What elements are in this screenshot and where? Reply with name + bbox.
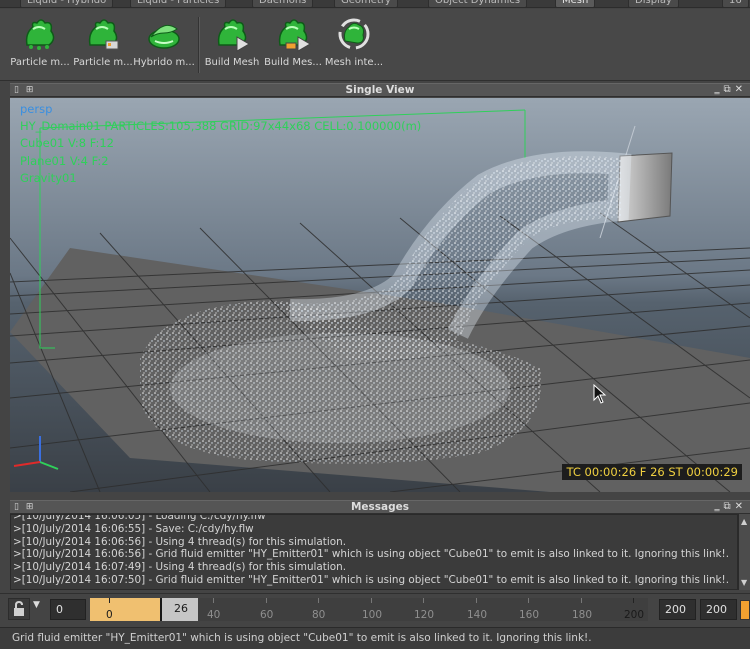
particle-mesher-2-button[interactable]: Particle m... <box>72 13 134 75</box>
gravity-info: Gravity01 <box>20 171 77 185</box>
tick-label: 40 <box>207 609 221 621</box>
tick-label: 140 <box>467 609 488 621</box>
chevron-down-icon[interactable]: ▼ <box>33 600 40 610</box>
playback-options-button[interactable] <box>740 600 750 620</box>
timecode-display: TC 00:00:26 F 26 ST 00:00:29 <box>562 464 742 480</box>
hybrido-mesher-icon <box>145 15 183 53</box>
shelf-label: Hybrido m... <box>133 57 195 68</box>
tab-mesh[interactable]: Mesh <box>555 0 596 7</box>
message-line: >[10/July/2014 16:06:56] - Grid fluid em… <box>13 548 730 561</box>
tab-16[interactable]: 16 <box>722 0 749 7</box>
app-window: Liquid - Hybrido Liquid - Particles Daem… <box>0 0 750 649</box>
maximize-icon: ⧉ <box>723 84 735 95</box>
message-line: >[10/July/2014 16:07:49] - Using 4 threa… <box>13 561 346 574</box>
tick-label: 80 <box>312 609 326 621</box>
message-line: >[10/July/2014 16:06:55] - Save: C:/cdy/… <box>13 522 254 535</box>
messages-log[interactable]: >[10/July/2014 16:06:05] - Loading C:/cd… <box>10 514 738 590</box>
panel-window-controls[interactable]: ‗⧉✕ <box>714 501 747 512</box>
timeline-bar: ▼ 0 26 0 40 60 80 100 120 140 160 180 20… <box>0 593 750 625</box>
particle-mesher-button[interactable]: Particle m... <box>9 13 71 75</box>
mesh-interpolation-icon <box>335 15 373 53</box>
domain-info: HY_Domain01 PARTICLES:105,388 GRID:97x44… <box>20 119 422 133</box>
message-line: >[10/July/2014 16:06:05] - Loading C:/cd… <box>13 514 266 522</box>
hybrido-mesher-button[interactable]: Hybrido m... <box>133 13 195 75</box>
tab-liquid-hybrido[interactable]: Liquid - Hybrido <box>20 0 114 7</box>
time-slider[interactable]: 26 0 40 60 80 100 120 140 160 180 200 <box>90 598 648 621</box>
shelf-label: Particle m... <box>73 57 133 68</box>
shelf-separator <box>198 17 200 73</box>
tab-daemons[interactable]: Daemons <box>252 0 314 7</box>
close-icon: ✕ <box>734 84 747 95</box>
build-mesh-button[interactable]: Build Mesh <box>201 13 263 75</box>
messages-title-bar: ▯ ⊞ Messages ‗⧉✕ <box>10 500 750 514</box>
shelf-tab-strip: Liquid - Hybrido Liquid - Particles Daem… <box>0 0 750 8</box>
close-icon: ✕ <box>734 501 747 512</box>
viewport-scene <box>10 98 750 492</box>
shelf-label: Build Mes... <box>264 57 322 68</box>
tick-label: 200 <box>624 609 645 621</box>
build-mesh-icon <box>213 15 251 53</box>
viewport-title: Single View <box>345 84 415 96</box>
plane-info: Plane01 V:4 F:2 <box>20 154 109 168</box>
tab-liquid-particles[interactable]: Liquid - Particles <box>130 0 227 7</box>
build-mesh-options-button[interactable]: Build Mes... <box>262 13 324 75</box>
status-bar: Grid fluid emitter "HY_Emitter01" which … <box>0 627 750 649</box>
messages-scrollbar[interactable]: ▲ ▼ <box>738 514 750 590</box>
playback-range <box>90 598 160 621</box>
tick-label: 0 <box>106 609 113 621</box>
shelf-label: Mesh inte... <box>324 57 384 68</box>
viewport-title-bar: ▯ ⊞ Single View ‗⧉✕ <box>10 83 750 97</box>
tick-label: 100 <box>362 609 383 621</box>
current-frame-marker[interactable]: 26 <box>160 598 198 621</box>
particle-mesher-icon <box>21 15 59 53</box>
start-frame-field[interactable]: 0 <box>50 599 86 620</box>
messages-title: Messages <box>350 501 410 513</box>
tab-display[interactable]: Display <box>628 0 679 7</box>
message-line: >[10/July/2014 16:07:50] - Grid fluid em… <box>13 573 730 586</box>
panel-window-controls[interactable]: ‗⧉✕ <box>714 84 747 95</box>
3d-viewport[interactable]: persp HY_Domain01 PARTICLES:105,388 GRID… <box>10 98 750 492</box>
cube-info: Cube01 V:8 F:12 <box>20 136 114 150</box>
scroll-up-icon[interactable]: ▲ <box>741 517 747 526</box>
shelf-label: Particle m... <box>10 57 70 68</box>
scroll-down-icon[interactable]: ▼ <box>741 578 747 587</box>
lock-button[interactable] <box>8 598 30 620</box>
maximize-icon: ⧉ <box>723 501 735 512</box>
shelf-label: Build Mesh <box>204 57 260 68</box>
tab-geometry[interactable]: Geometry <box>334 0 398 7</box>
build-mesh-options-icon <box>274 15 312 53</box>
camera-label: persp <box>20 102 53 116</box>
tick-label: 180 <box>572 609 593 621</box>
lock-icon <box>14 600 24 616</box>
particle-mesher-2-icon <box>84 15 122 53</box>
tab-object-dynamics[interactable]: Object Dynamics <box>428 0 528 7</box>
mesh-shelf: Particle m... Particle m... Hybrido m...… <box>0 9 750 81</box>
mesh-interpolation-button[interactable]: Mesh inte... <box>323 13 385 75</box>
max-frame-field[interactable]: 200 <box>700 599 737 620</box>
tick-label: 120 <box>414 609 435 621</box>
message-line: >[10/July/2014 16:06:56] - Using 4 threa… <box>13 535 346 548</box>
tick-label: 160 <box>519 609 540 621</box>
tick-label: 60 <box>260 609 274 621</box>
end-frame-field[interactable]: 200 <box>659 599 696 620</box>
